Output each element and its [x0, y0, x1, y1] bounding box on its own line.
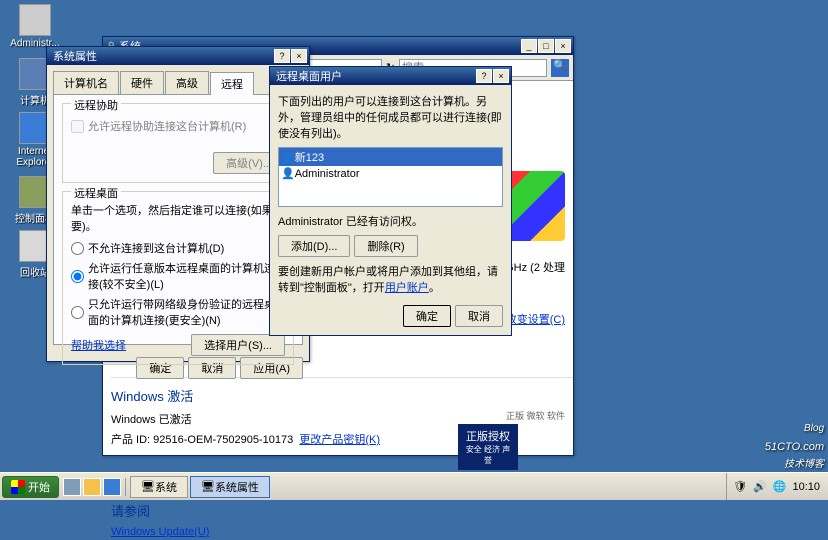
tab-remote[interactable]: 远程	[210, 72, 254, 95]
users-listbox[interactable]: 👤新123 👤Administrator	[278, 147, 503, 207]
add-button[interactable]: 添加(D)...	[278, 235, 350, 257]
titlebar[interactable]: 远程桌面用户 ? ×	[270, 67, 511, 85]
windows-flag-icon	[11, 480, 25, 494]
radio-label: 不允许连接到这台计算机(D)	[88, 240, 224, 256]
tray-icon[interactable]: 🛡	[733, 480, 747, 493]
ie-icon[interactable]	[103, 478, 121, 496]
radio-label: 只允许运行带网络级身份验证的远程桌面的计算机连接(更安全)(N)	[88, 296, 285, 328]
tray-icon[interactable]: 🌐	[773, 480, 787, 493]
user-accounts-link[interactable]: 用户账户	[385, 282, 429, 294]
help-choose-link[interactable]: 帮助我选择	[71, 337, 126, 353]
remote-desktop-users-dialog: 远程桌面用户 ? × 下面列出的用户可以连接到这台计算机。另外，管理员组中的任何…	[269, 66, 512, 336]
wga-hint: 正版 微软 软件	[458, 409, 565, 422]
checkbox-label: 允许远程协助连接这台计算机(R)	[88, 118, 246, 134]
cpu-text: GHz (2 处理	[505, 259, 565, 275]
desktop-icon-admin[interactable]: Administr...	[10, 4, 60, 49]
show-desktop-icon[interactable]	[63, 478, 81, 496]
quick-launch	[59, 478, 126, 496]
tray-icon[interactable]: 🔊	[753, 480, 767, 493]
tab-advanced[interactable]: 高级	[165, 71, 209, 94]
radio-allow-any[interactable]	[71, 270, 84, 283]
radio-label: 允许运行任意版本远程桌面的计算机连接(较不安全)(L)	[88, 260, 285, 292]
group-legend: 远程桌面	[71, 185, 121, 201]
remove-button[interactable]: 删除(R)	[354, 235, 417, 257]
list-item[interactable]: 👤新123	[279, 148, 502, 166]
help-button[interactable]: ?	[274, 49, 290, 63]
access-status-text: Administrator 已经有访问权。	[278, 213, 503, 229]
close-button[interactable]: ×	[555, 39, 571, 53]
ok-button[interactable]: 确定	[403, 305, 451, 327]
watermark: Blog 51CTO.com 技术博客	[765, 423, 824, 470]
close-button[interactable]: ×	[493, 69, 509, 83]
allow-remote-assist-checkbox	[71, 120, 84, 133]
tab-computer-name[interactable]: 计算机名	[53, 71, 119, 94]
tab-hardware[interactable]: 硬件	[120, 71, 164, 94]
remote-assistance-group: 远程协助 允许远程协助连接这台计算机(R) 高级(V)...	[62, 103, 294, 183]
clock[interactable]: 10:10	[792, 481, 820, 493]
list-item[interactable]: 👤Administrator	[279, 166, 502, 181]
close-button[interactable]: ×	[291, 49, 307, 63]
explorer-icon[interactable]	[83, 478, 101, 496]
taskbar: 开始 🖥 系统 🖥 系统属性 🛡 🔊 🌐 10:10	[0, 472, 828, 500]
radio-disallow[interactable]	[71, 242, 84, 255]
titlebar[interactable]: 系统属性 ? ×	[47, 47, 309, 65]
start-label: 开始	[28, 479, 50, 495]
folder-icon	[19, 4, 51, 36]
start-button[interactable]: 开始	[2, 476, 59, 498]
window-title: 系统属性	[49, 48, 273, 64]
tab-strip: 计算机名 硬件 高级 远程	[53, 71, 303, 95]
radio-allow-nla[interactable]	[71, 306, 84, 319]
note-text: 要创建新用户帐户或将用户添加到其他组，请转到"控制面板"，打开用户账户。	[278, 263, 503, 295]
group-legend: 远程协助	[71, 97, 121, 113]
taskbar-item-system-properties[interactable]: 🖥 系统属性	[190, 476, 270, 498]
maximize-button[interactable]: □	[538, 39, 554, 53]
change-product-key-link[interactable]: 更改产品密钥(K)	[299, 431, 380, 447]
remote-panel: 远程协助 允许远程协助连接这台计算机(R) 高级(V)... 远程桌面 单击一个…	[53, 95, 303, 345]
select-users-button[interactable]: 选择用户(S)...	[191, 334, 285, 356]
wga-badge: 正版授权 安全 经济 声誉	[458, 424, 518, 470]
instruction-text: 单击一个选项，然后指定谁可以连接(如果需要)。	[71, 202, 285, 234]
search-button[interactable]: 🔍	[551, 59, 569, 77]
taskbar-item-system[interactable]: 🖥 系统	[130, 476, 188, 498]
remote-desktop-group: 远程桌面 单击一个选项，然后指定谁可以连接(如果需要)。 不允许连接到这台计算机…	[62, 191, 294, 365]
activation-status: Windows 已激活	[111, 411, 192, 427]
system-tray: 🛡 🔊 🌐 10:10	[726, 473, 826, 500]
dialog-title: 远程桌面用户	[272, 68, 475, 84]
product-id: 产品 ID: 92516-OEM-7502905-10173	[111, 431, 293, 447]
help-button[interactable]: ?	[476, 69, 492, 83]
cancel-button[interactable]: 取消	[455, 305, 503, 327]
minimize-button[interactable]: _	[521, 39, 537, 53]
windows-update-link[interactable]: Windows Update(U)	[111, 526, 209, 538]
dialog-instruction: 下面列出的用户可以连接到这台计算机。另外，管理员组中的任何成员都可以进行连接(即…	[278, 93, 503, 141]
